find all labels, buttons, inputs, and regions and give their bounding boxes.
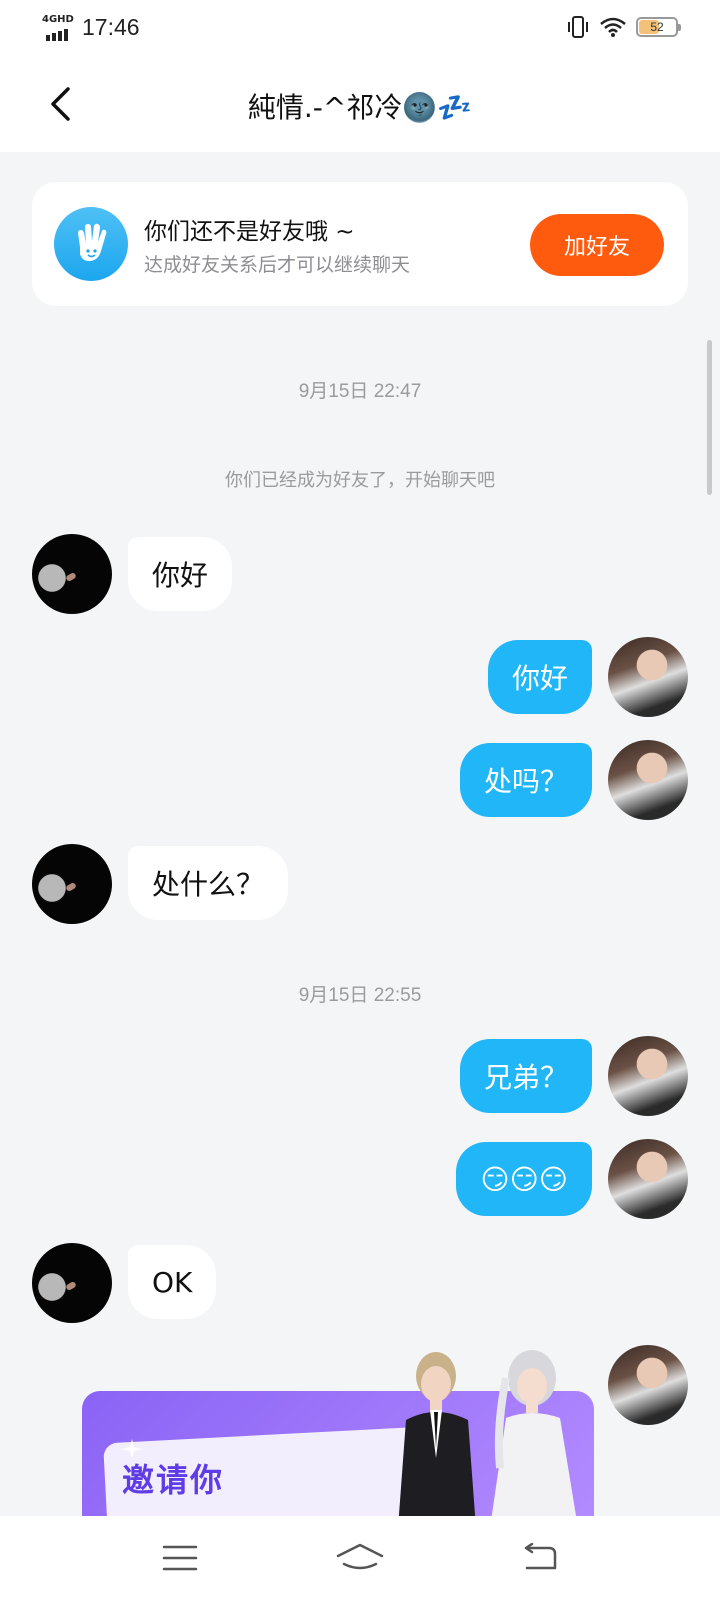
outgoing-message[interactable]: 兄弟？ — [459, 1039, 592, 1113]
home-icon — [336, 1543, 384, 1570]
network-label: 4GHD — [42, 13, 74, 25]
nav-back-button[interactable] — [510, 1532, 570, 1584]
return-icon — [524, 1543, 557, 1570]
vibrate-icon — [568, 16, 588, 38]
incoming-message[interactable]: OK — [128, 1245, 217, 1319]
status-bar: 4GHD 17:46 52 — [0, 0, 720, 56]
contact-avatar[interactable] — [32, 1243, 112, 1323]
incoming-message[interactable]: 你好 — [128, 537, 233, 611]
sparkle-icon — [122, 1439, 142, 1459]
battery-percent: 52 — [650, 20, 664, 34]
chat-title[interactable]: 純情.-^祁冷🌚💤 — [0, 86, 720, 126]
system-message: 你们已经成为好友了，开始聊天吧 — [225, 470, 495, 491]
status-right: 52 — [566, 16, 681, 38]
message-timestamp: 9月15日 22:47 — [298, 381, 422, 402]
message-timestamp: 9月15日 22:55 — [298, 985, 422, 1006]
system-nav-bar — [0, 1516, 720, 1600]
notice-subtitle: 达成好友关系后才可以继续聊天 — [144, 254, 411, 276]
my-avatar[interactable] — [608, 1345, 688, 1425]
notice-title: 你们还不是好友哦 ~ — [144, 219, 355, 245]
menu-icon — [162, 1545, 198, 1571]
outgoing-message[interactable]: 你好 — [487, 640, 592, 714]
battery-icon: 52 — [636, 17, 681, 37]
my-avatar[interactable] — [608, 637, 688, 717]
incoming-message[interactable]: 处什么？ — [128, 846, 289, 920]
chat-header: 純情.-^祁冷🌚💤 — [0, 56, 720, 152]
nav-home-button[interactable] — [330, 1532, 390, 1584]
status-left: 4GHD 17:46 — [42, 14, 140, 41]
clock: 17:46 — [82, 14, 140, 40]
contact-avatar[interactable] — [32, 534, 112, 614]
friend-notice-card: 你们还不是好友哦 ~ 达成好友关系后才可以继续聊天 加好友 — [32, 182, 688, 306]
contact-avatar[interactable] — [32, 844, 112, 924]
my-avatar[interactable] — [608, 1036, 688, 1116]
invite-title: 邀请你 — [122, 1461, 225, 1499]
add-friend-button[interactable]: 加好友 — [530, 214, 664, 276]
nav-menu-button[interactable] — [150, 1532, 210, 1584]
groom-illustration — [398, 1352, 476, 1528]
wifi-icon — [600, 17, 626, 37]
outgoing-message[interactable]: 处吗？ — [459, 743, 592, 817]
outgoing-message[interactable]: 😏😏😏 — [456, 1142, 592, 1216]
bride-illustration — [490, 1350, 578, 1528]
waving-hand-icon — [54, 207, 128, 281]
my-avatar[interactable] — [608, 740, 688, 820]
network-indicator: 4GHD — [42, 13, 74, 41]
my-avatar[interactable] — [608, 1139, 688, 1219]
signal-icon — [46, 28, 68, 41]
